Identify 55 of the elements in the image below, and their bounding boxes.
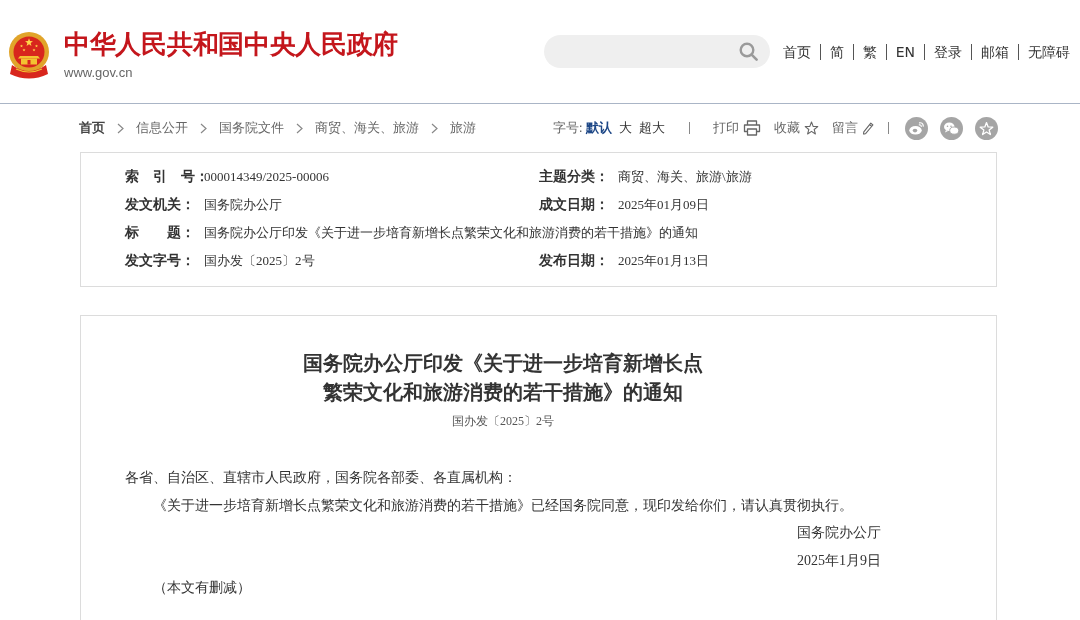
field-label: 成文日期： (539, 196, 610, 214)
body-paragraph: 《关于进一步培育新增长点繁荣文化和旅游消费的若干措施》已经国务院同意，现印发给你们，请认真贯彻执行。 (153, 497, 853, 513)
field-label: 发文字号： (125, 252, 196, 270)
chevron-icon (200, 122, 207, 134)
field-value: 国务院办公厅 (204, 196, 282, 214)
nav-link[interactable]: 无障碍 (1018, 43, 1070, 60)
nav-link[interactable]: 繁 (852, 43, 886, 60)
font-size-option[interactable]: 大 (619, 120, 632, 136)
site-url: www.gov.cn (64, 64, 133, 81)
font-size-option[interactable]: 超大 (639, 120, 665, 136)
search-icon[interactable] (738, 42, 758, 61)
chat-bubbles-icon[interactable] (940, 116, 963, 140)
breadcrumb-link[interactable]: 首页 (79, 120, 105, 136)
nav-link[interactable]: EN (885, 43, 924, 60)
field-label: 索 引 号： (125, 168, 204, 186)
nav-link[interactable]: 邮箱 (971, 43, 1018, 60)
nav-link[interactable]: 首页 (782, 43, 820, 60)
signature-text: 2025年1月9日 (797, 552, 881, 568)
field-label: 发文机关： (125, 196, 196, 214)
toolbar-link[interactable]: 留言 (832, 120, 874, 136)
field-value: 商贸、海关、旅游\旅游 (618, 168, 752, 186)
document-number: 国办发〔2025〕2号 (452, 414, 554, 428)
nav-link[interactable]: 登录 (924, 43, 971, 60)
field-value: 2025年01月09日 (618, 196, 709, 214)
field-value: 国办发〔2025〕2号 (204, 252, 315, 270)
field-value: 000014349/2025-00006 (204, 169, 329, 185)
weibo-icon[interactable] (905, 116, 928, 140)
article-title: 国务院办公厅印发《关于进一步培育新增长点 繁荣文化和旅游消费的若干措施》的通知 (302, 350, 704, 406)
breadcrumb-link[interactable]: 商贸、海关、旅游 (315, 120, 419, 136)
breadcrumb-link[interactable]: 国务院文件 (219, 120, 284, 136)
search-field[interactable] (543, 35, 770, 68)
field-label: 主题分类： (539, 168, 610, 186)
salutation-text: 各省、自治区、直辖市人民政府，国务院各部委、各直属机构： (125, 470, 517, 485)
chevron-icon (296, 122, 303, 134)
font-size-option[interactable]: 默认 (586, 120, 612, 136)
field-value: 2025年01月13日 (618, 252, 709, 270)
chevron-icon (431, 122, 438, 134)
chevron-icon (117, 122, 124, 134)
field-label: 标 题： (125, 224, 196, 242)
font-size-label: 字号: (552, 119, 583, 137)
breadcrumb-link[interactable]: 信息公开 (136, 120, 188, 136)
printer-icon (743, 120, 761, 136)
field-value: 国务院办公厅印发《关于进一步培育新增长点繁荣文化和旅游消费的若干措施》的通知 (204, 224, 698, 242)
star-icon (804, 121, 819, 135)
toolbar-link[interactable]: 打印 (713, 120, 761, 136)
site-title: 中华人民共和国中央人民政府 (64, 28, 399, 59)
field-label: 发布日期： (539, 252, 610, 270)
pencil-icon (862, 121, 874, 135)
toolbar-link[interactable]: 收藏 (774, 120, 819, 136)
emblem-icon (8, 30, 50, 79)
signature-text: 国务院办公厅 (797, 525, 881, 540)
star-circle-icon[interactable] (975, 116, 998, 140)
note-text: （本文有删减） (153, 580, 251, 595)
breadcrumb-link[interactable]: 旅游 (450, 120, 476, 136)
nav-link[interactable]: 简 (819, 43, 853, 60)
